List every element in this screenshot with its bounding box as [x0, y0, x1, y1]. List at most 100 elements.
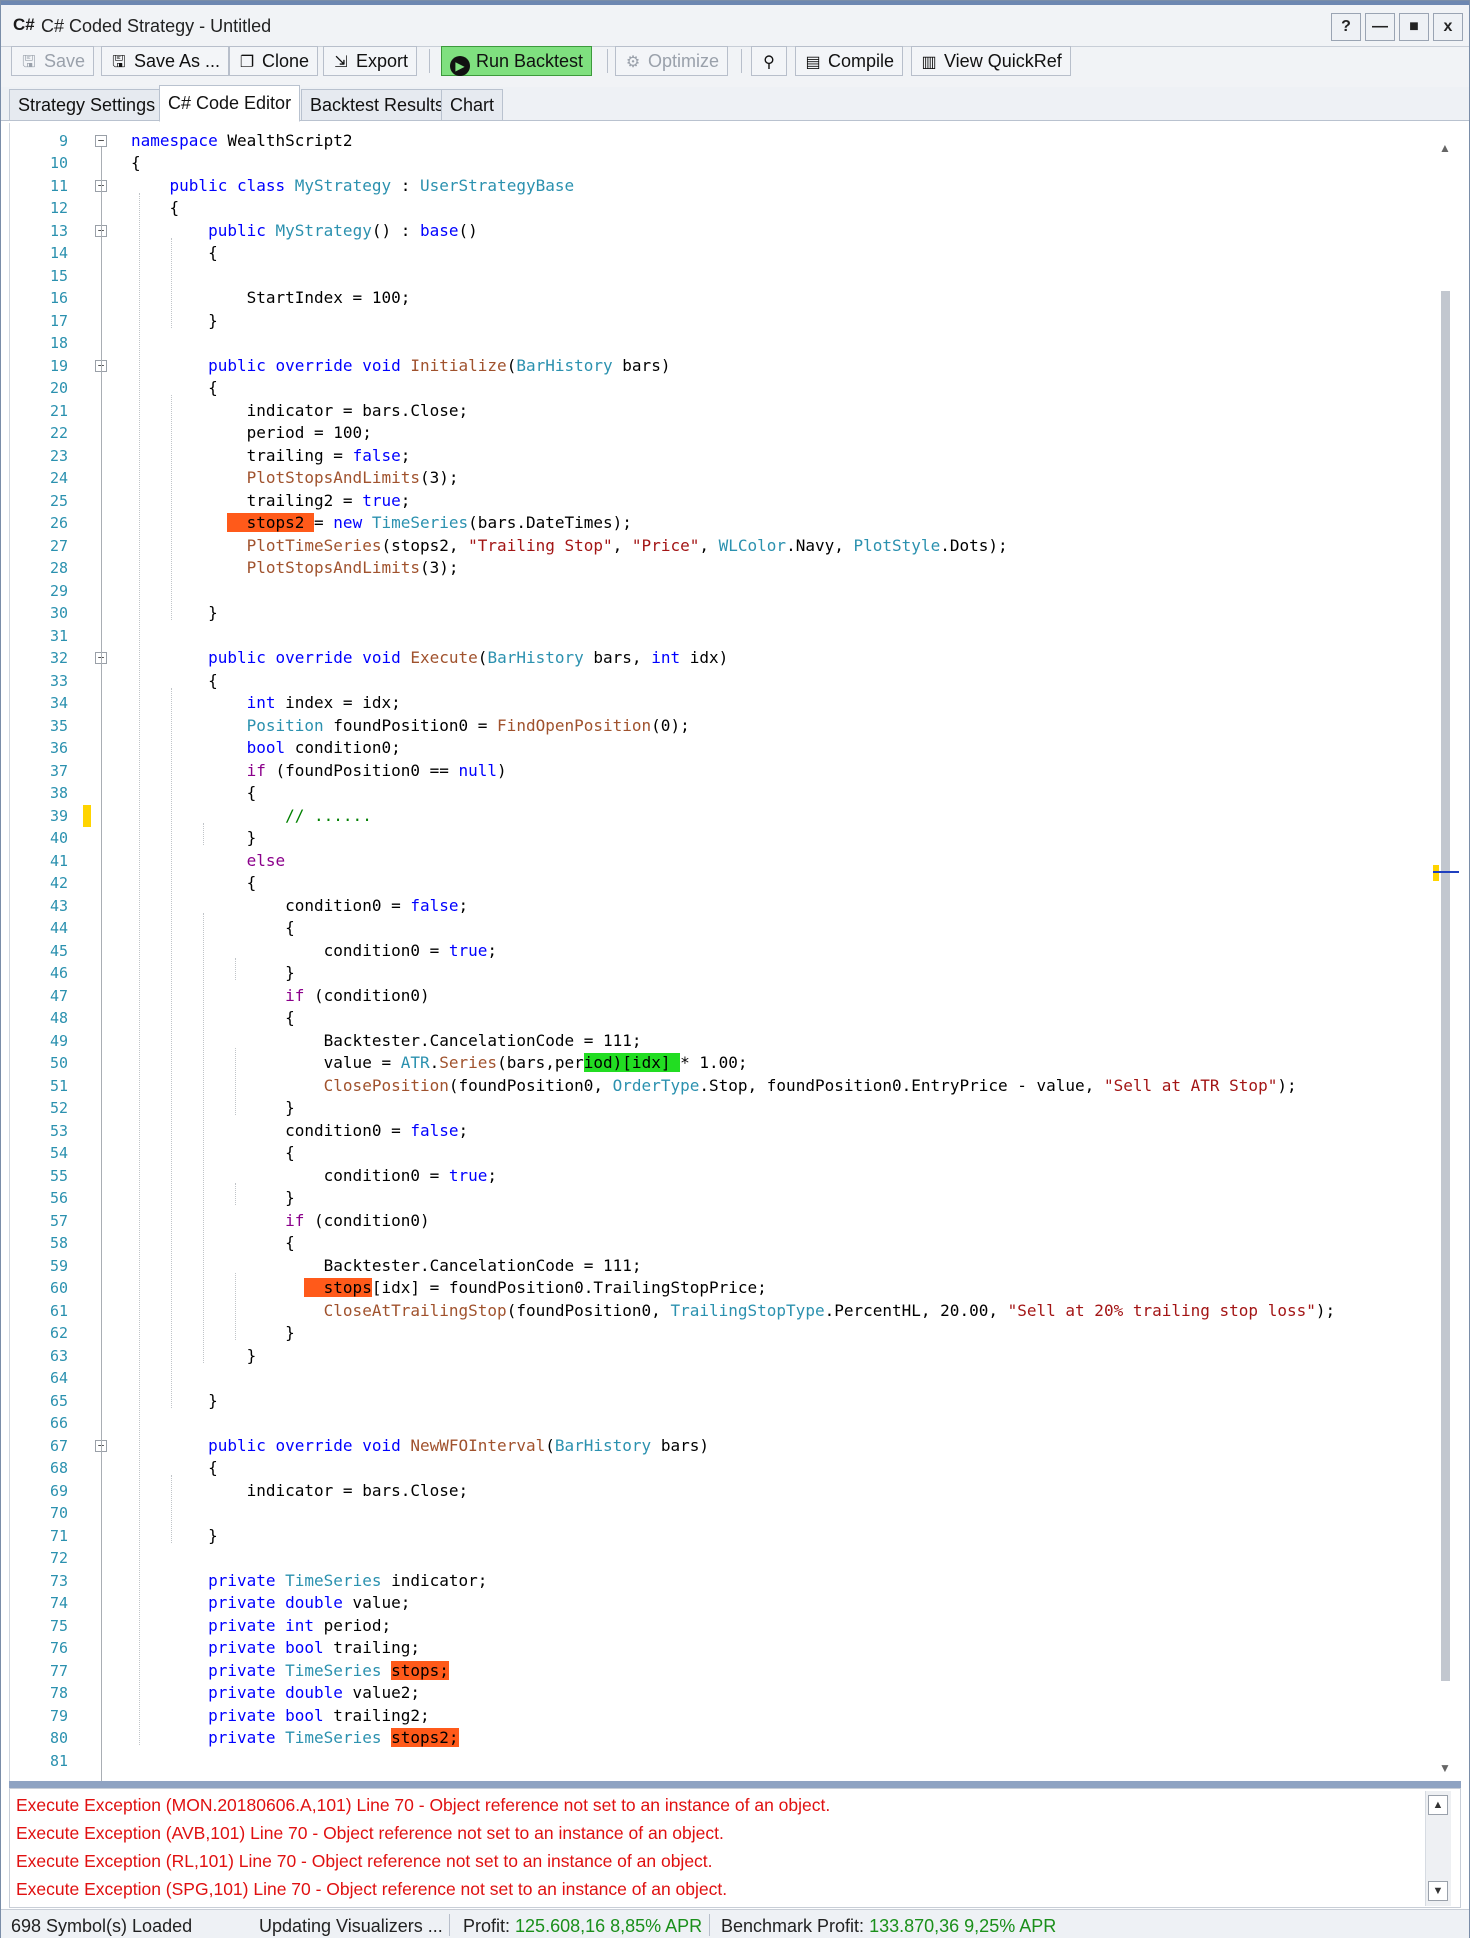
- code-line[interactable]: 36 bool condition0;: [10, 737, 1450, 760]
- code-line[interactable]: 80 private TimeSeries stops2;: [10, 1727, 1450, 1750]
- code-text[interactable]: stops2 = new TimeSeries(bars.DateTimes);: [131, 512, 632, 535]
- code-line[interactable]: 62 }: [10, 1322, 1450, 1345]
- save-as-button[interactable]: 🖫 Save As ...: [101, 46, 230, 76]
- code-line[interactable]: 79 private bool trailing2;: [10, 1705, 1450, 1728]
- tab-strategy-settings[interactable]: Strategy Settings: [9, 89, 165, 121]
- code-text[interactable]: {: [131, 782, 257, 805]
- log-scrollbar[interactable]: ▲ ▼: [1425, 1791, 1451, 1906]
- code-line[interactable]: 47 if (condition0): [10, 985, 1450, 1008]
- code-line[interactable]: 22 period = 100;: [10, 422, 1450, 445]
- code-text[interactable]: }: [131, 310, 218, 333]
- code-text[interactable]: indicator = bars.Close;: [131, 1480, 469, 1503]
- code-line[interactable]: 50 value = ATR.Series(bars,period)[idx] …: [10, 1052, 1450, 1075]
- code-line[interactable]: 65 }: [10, 1390, 1450, 1413]
- code-text[interactable]: Backtester.CancelationCode = 111;: [131, 1255, 642, 1278]
- code-text[interactable]: }: [131, 962, 295, 985]
- code-text[interactable]: private TimeSeries stops;: [131, 1660, 449, 1683]
- code-line[interactable]: 20 {: [10, 377, 1450, 400]
- code-line[interactable]: 58 {: [10, 1232, 1450, 1255]
- code-line[interactable]: 28 PlotStopsAndLimits(3);: [10, 557, 1450, 580]
- code-text[interactable]: condition0 = false;: [131, 1120, 468, 1143]
- help-button[interactable]: ?: [1331, 13, 1361, 41]
- code-line[interactable]: 16 StartIndex = 100;: [10, 287, 1450, 310]
- run-backtest-button[interactable]: ▶ Run Backtest: [441, 46, 593, 76]
- code-line[interactable]: 41 else: [10, 850, 1450, 873]
- code-text[interactable]: condition0 = false;: [131, 895, 468, 918]
- code-line[interactable]: 60 stops[idx] = foundPosition0.TrailingS…: [10, 1277, 1450, 1300]
- code-line[interactable]: 78 private double value2;: [10, 1682, 1450, 1705]
- code-line[interactable]: 42 {: [10, 872, 1450, 895]
- code-line[interactable]: 30 }: [10, 602, 1450, 625]
- code-text[interactable]: {: [131, 872, 257, 895]
- code-line[interactable]: 64: [10, 1367, 1450, 1390]
- code-text[interactable]: }: [131, 1345, 257, 1368]
- code-line[interactable]: 54 {: [10, 1142, 1450, 1165]
- code-line[interactable]: 67 public override void NewWFOInterval(B…: [10, 1435, 1450, 1458]
- code-line[interactable]: 10 {: [10, 152, 1450, 175]
- code-line[interactable]: 68 {: [10, 1457, 1450, 1480]
- scroll-thumb[interactable]: [1441, 291, 1450, 1681]
- code-text[interactable]: if (foundPosition0 == null): [131, 760, 507, 783]
- code-text[interactable]: ClosePosition(foundPosition0, OrderType.…: [131, 1075, 1297, 1098]
- code-line[interactable]: 77 private TimeSeries stops;: [10, 1660, 1450, 1683]
- save-button[interactable]: 🖫 Save: [11, 46, 95, 76]
- code-text[interactable]: condition0 = true;: [131, 1165, 497, 1188]
- code-line[interactable]: 48 {: [10, 1007, 1450, 1030]
- code-line[interactable]: 53 condition0 = false;: [10, 1120, 1450, 1143]
- tab-backtest-results[interactable]: Backtest Results: [301, 89, 454, 121]
- code-line[interactable]: 25 trailing2 = true;: [10, 490, 1450, 513]
- code-text[interactable]: PlotStopsAndLimits(3);: [131, 557, 459, 580]
- code-line[interactable]: 15: [10, 265, 1450, 288]
- maximize-button[interactable]: ■: [1399, 13, 1429, 41]
- code-text[interactable]: public override void Execute(BarHistory …: [131, 647, 728, 670]
- code-text[interactable]: private TimeSeries indicator;: [131, 1570, 487, 1593]
- code-line[interactable]: 13 public MyStrategy() : base(): [10, 220, 1450, 243]
- code-line[interactable]: 27 PlotTimeSeries(stops2, "Trailing Stop…: [10, 535, 1450, 558]
- code-line[interactable]: 44 {: [10, 917, 1450, 940]
- code-line[interactable]: 63 }: [10, 1345, 1450, 1368]
- panel-splitter[interactable]: [9, 1781, 1461, 1788]
- code-text[interactable]: }: [131, 1187, 295, 1210]
- scroll-down-arrow-icon[interactable]: ▼: [1439, 1761, 1451, 1775]
- code-text[interactable]: PlotTimeSeries(stops2, "Trailing Stop", …: [131, 535, 1008, 558]
- code-line[interactable]: 40 }: [10, 827, 1450, 850]
- code-line[interactable]: 33 {: [10, 670, 1450, 693]
- code-text[interactable]: {: [131, 917, 295, 940]
- code-text[interactable]: private int period;: [131, 1615, 391, 1638]
- code-text[interactable]: trailing = false;: [131, 445, 411, 468]
- code-text[interactable]: public class MyStrategy : UserStrategyBa…: [131, 175, 575, 198]
- link-button[interactable]: ⚲: [751, 46, 787, 76]
- code-text[interactable]: private double value2;: [131, 1682, 420, 1705]
- code-line[interactable]: 37 if (foundPosition0 == null): [10, 760, 1450, 783]
- code-line[interactable]: 56 }: [10, 1187, 1450, 1210]
- code-text[interactable]: value = ATR.Series(bars,period)[idx] * 1…: [131, 1052, 748, 1075]
- code-text[interactable]: private bool trailing;: [131, 1637, 420, 1660]
- log-scroll-up-icon[interactable]: ▲: [1428, 1795, 1448, 1815]
- code-line[interactable]: 9 namespace WealthScript2: [10, 130, 1450, 153]
- code-line[interactable]: 73 private TimeSeries indicator;: [10, 1570, 1450, 1593]
- code-text[interactable]: else: [131, 850, 286, 873]
- code-line[interactable]: 17 }: [10, 310, 1450, 333]
- code-line[interactable]: 57 if (condition0): [10, 1210, 1450, 1233]
- code-line[interactable]: 21 indicator = bars.Close;: [10, 400, 1450, 423]
- code-line[interactable]: 72: [10, 1547, 1450, 1570]
- code-text[interactable]: {: [131, 1232, 295, 1255]
- minimize-button[interactable]: —: [1365, 13, 1395, 41]
- editor-scrollbar[interactable]: ▲ ▼: [1433, 125, 1459, 1781]
- code-text[interactable]: public override void Initialize(BarHisto…: [131, 355, 670, 378]
- code-text[interactable]: PlotStopsAndLimits(3);: [131, 467, 459, 490]
- export-button[interactable]: ⇲ Export: [323, 46, 418, 76]
- code-text[interactable]: stops[idx] = foundPosition0.TrailingStop…: [131, 1277, 767, 1300]
- code-line[interactable]: 61 CloseAtTrailingStop(foundPosition0, T…: [10, 1300, 1450, 1323]
- code-line[interactable]: 51 ClosePosition(foundPosition0, OrderTy…: [10, 1075, 1450, 1098]
- code-text[interactable]: namespace WealthScript2: [131, 130, 353, 153]
- compile-button[interactable]: ▤ Compile: [795, 46, 904, 76]
- code-line[interactable]: 35 Position foundPosition0 = FindOpenPos…: [10, 715, 1450, 738]
- code-text[interactable]: {: [131, 670, 218, 693]
- log-scroll-down-icon[interactable]: ▼: [1428, 1881, 1448, 1901]
- code-text[interactable]: }: [131, 602, 218, 625]
- code-line[interactable]: 70: [10, 1502, 1450, 1525]
- code-line[interactable]: 45 condition0 = true;: [10, 940, 1450, 963]
- code-line[interactable]: 71 }: [10, 1525, 1450, 1548]
- code-line[interactable]: 74 private double value;: [10, 1592, 1450, 1615]
